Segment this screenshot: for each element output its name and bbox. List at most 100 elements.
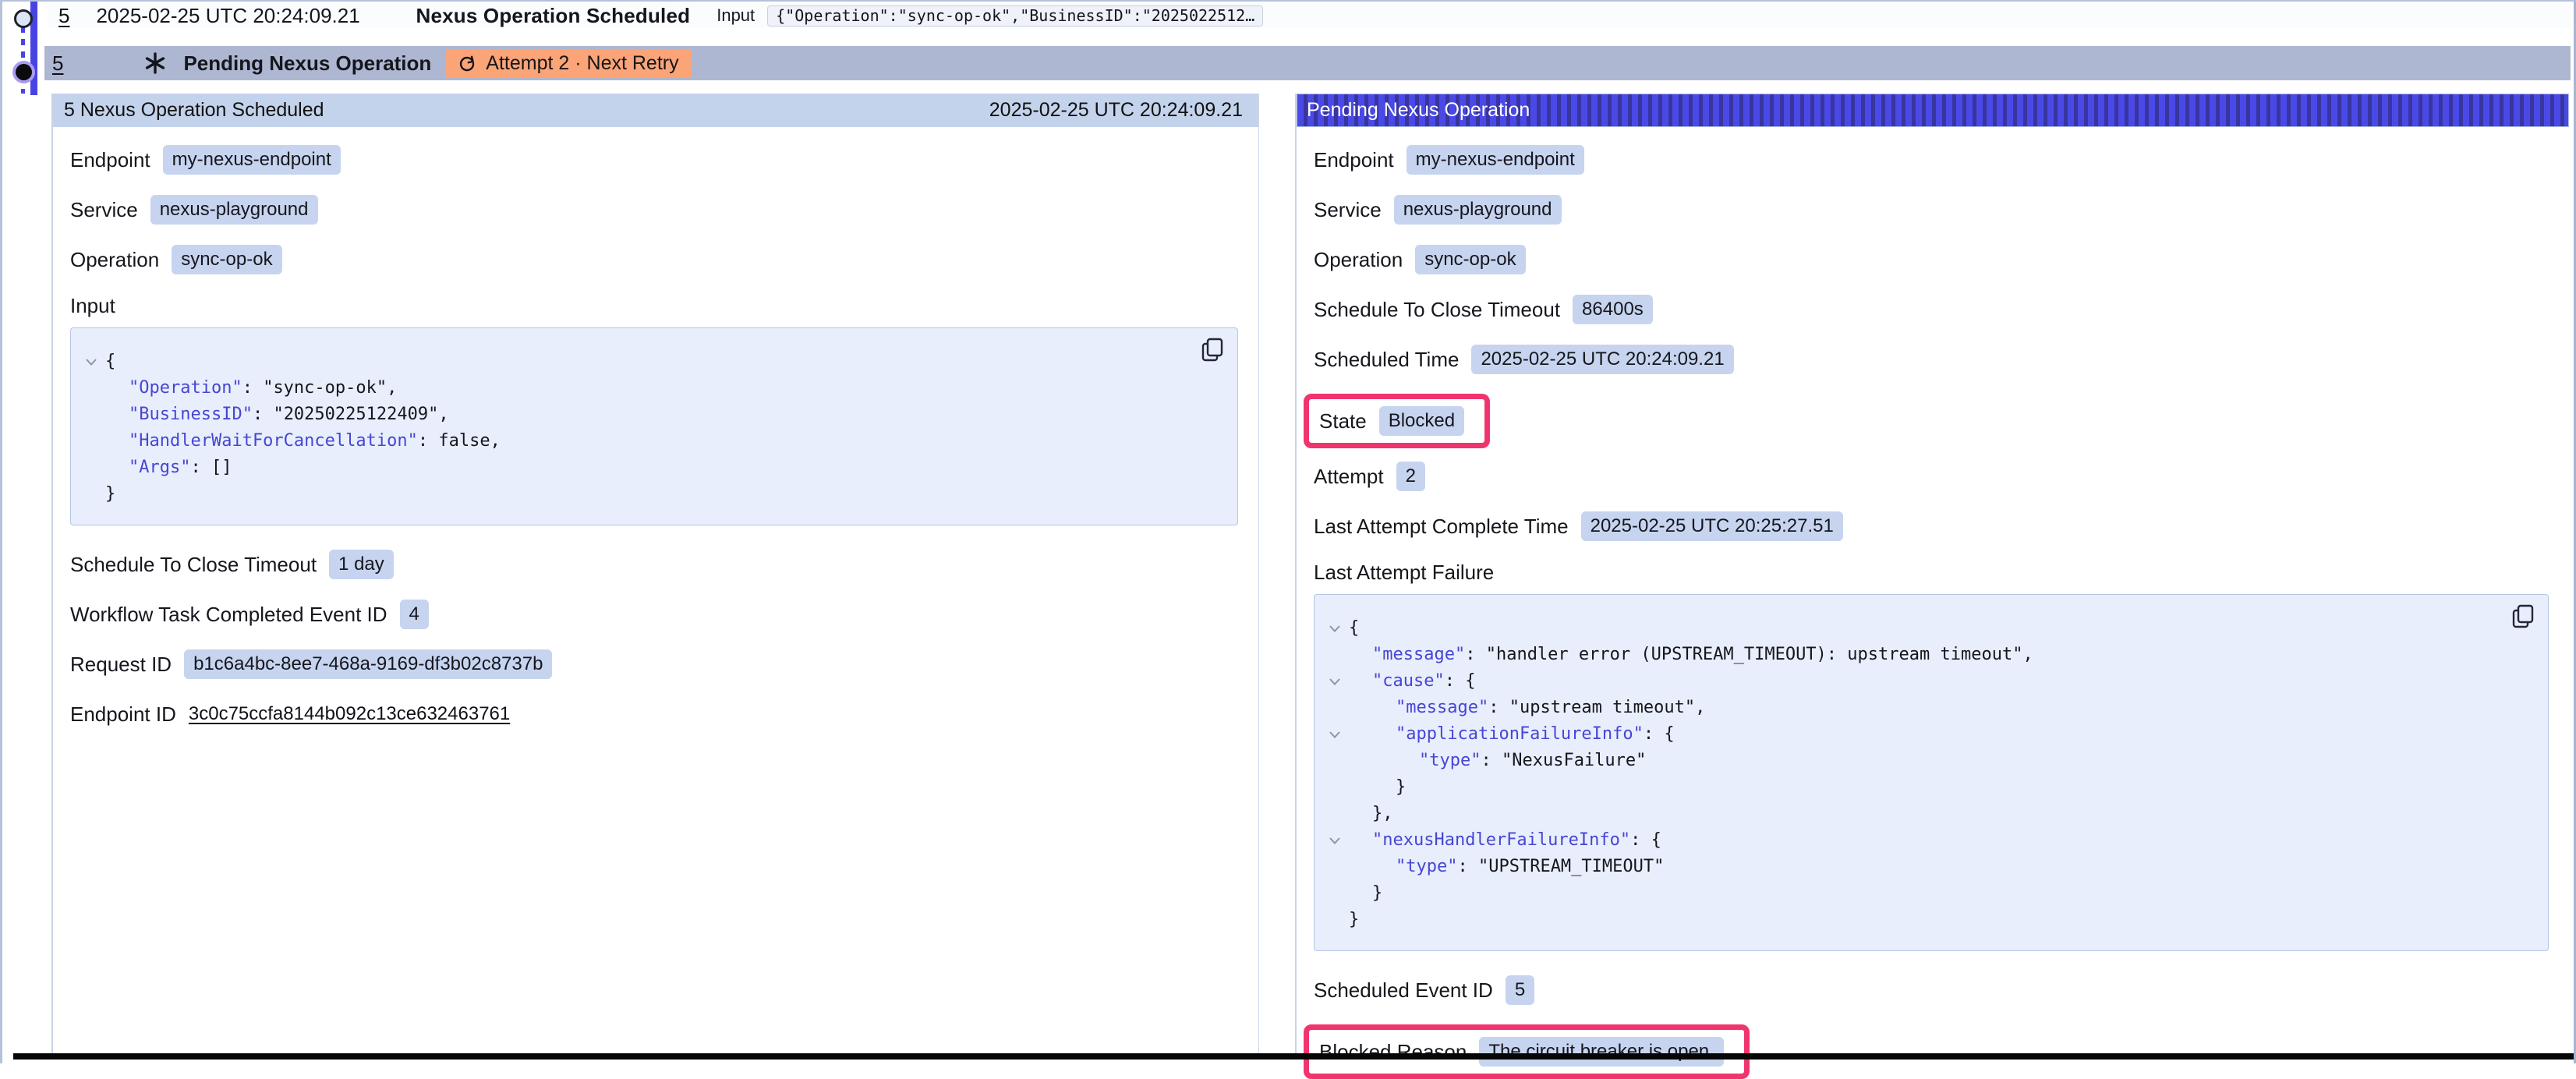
history-row-pending[interactable]: 5 Pending Nexus Operation Attempt 2 · Ne… [44,46,2571,80]
field-row-scheduled-time: Scheduled Time2025-02-25 UTC 20:24:09.21 [1314,344,2569,375]
event-name: Pending Nexus Operation [183,51,431,76]
field-row-endpoint: Endpoint my-nexus-endpoint [1314,144,2569,175]
chevron-down-icon[interactable] [77,348,105,366]
field-row-schedule-to-close-timeout: Schedule To Close Timeout1 day [70,549,1258,580]
chevron-down-icon[interactable] [1321,827,1349,845]
field-row-service: Service nexus-playground [70,194,1258,225]
json-line-text: "HandlerWaitForCancellation": false, [105,428,501,455]
field-value-chip: nexus-playground [150,195,318,225]
json-line-text: "cause": { [1349,668,1475,695]
field-row-operation: Operation sync-op-ok [1314,244,2569,275]
json-line: "Operation": "sync-op-ok", [77,375,1191,402]
field-label: Service [1314,198,1382,222]
json-line-text: { [105,348,115,375]
field-value-chip: The circuit breaker is open. [1479,1037,1723,1067]
field-row-service: Servicenexus-playground [1314,194,2569,225]
json-line: "BusinessID": "20250225122409", [77,402,1191,428]
json-line: } [1321,774,2501,801]
json-line-text: } [1349,907,1359,933]
json-key: "applicationFailureInfo" [1396,724,1644,744]
json-key: "cause" [1372,671,1445,691]
field-label: Operation [1314,248,1403,272]
json-line-text: "Operation": "sync-op-ok", [105,375,397,402]
json-key: "message" [1396,698,1488,717]
json-line: "type": "UPSTREAM_TIMEOUT" [1321,854,2501,880]
event-timestamp: 2025-02-25 UTC 20:24:09.21 [96,4,416,28]
field-label: Request ID [70,653,172,677]
field-value-chip: sync-op-ok [1415,245,1525,274]
attention-highlight-box: StateBlocked [1304,394,1490,448]
field-label: Endpoint [1314,148,1394,172]
field-value-chip: my-nexus-endpoint [163,145,341,175]
field-value-chip: 4 [400,600,429,629]
json-line: "Args": [] [77,455,1191,481]
chevron-down-icon[interactable] [1321,721,1349,739]
bottom-divider-bar [13,1053,2574,1060]
json-line: "cause": { [1321,668,2501,695]
json-line: "message": "handler error (UPSTREAM_TIME… [1321,642,2501,668]
json-line-text: } [1349,880,1382,907]
json-key: "type" [1396,857,1457,876]
json-key: "nexusHandlerFailureInfo" [1372,830,1630,850]
card-title: 5 Nexus Operation Scheduled [64,99,324,122]
json-line-text: "message": "handler error (UPSTREAM_TIME… [1349,642,2033,668]
event-id-link[interactable]: 5 [58,4,69,28]
json-gutter [1321,880,1349,890]
card-header: 5 Nexus Operation Scheduled 2025-02-25 U… [53,94,1258,127]
json-gutter [1321,801,1349,810]
json-gutter [1321,774,1349,784]
json-line: "applicationFailureInfo": { [1321,721,2501,748]
json-line: { [1321,615,2501,642]
json-gutter [1321,642,1349,651]
field-label: Operation [70,248,159,272]
event-name: Nexus Operation Scheduled [416,4,690,28]
field-row-workflow-task-completed-event-id: Workflow Task Completed Event ID4 [70,599,1258,630]
field-row-state: StateBlocked [1319,405,1464,437]
field-value-chip: my-nexus-endpoint [1407,145,1584,175]
refresh-icon [458,54,476,73]
json-key: "HandlerWaitForCancellation" [129,431,418,451]
asterisk-icon [144,52,166,74]
field-value-chip: b1c6a4bc-8ee7-468a-9169-df3b02c8737b [184,649,552,679]
json-line-text: "type": "UPSTREAM_TIMEOUT" [1349,854,1664,880]
json-gutter [77,375,105,384]
retry-status-badge: Attempt 2 · Next Retry [445,50,691,77]
copy-icon[interactable] [1200,338,1225,364]
chevron-down-icon[interactable] [1321,668,1349,686]
chevron-down-icon[interactable] [1321,615,1349,633]
json-gutter [1321,748,1349,757]
field-row-schedule-to-close-timeout: Schedule To Close Timeout86400s [1314,294,2569,325]
field-label: Attempt [1314,465,1384,489]
event-id-link[interactable]: 5 [52,51,63,76]
json-line-text: "nexusHandlerFailureInfo": { [1349,827,1661,854]
field-label: Blocked Reason [1319,1040,1467,1064]
field-value-chip: 2025-02-25 UTC 20:25:27.51 [1581,511,1843,541]
copy-icon[interactable] [2511,604,2535,631]
input-json-viewer: {"Operation": "sync-op-ok","BusinessID":… [70,327,1238,525]
history-row-scheduled[interactable]: 5 2025-02-25 UTC 20:24:09.21 Nexus Opera… [48,3,2571,28]
field-label: Schedule To Close Timeout [1314,298,1560,322]
json-line: "type": "NexusFailure" [1321,748,2501,774]
json-line: "HandlerWaitForCancellation": false, [77,428,1191,455]
json-gutter [77,481,105,490]
json-gutter [77,402,105,411]
json-gutter [1321,695,1349,704]
json-line-text: } [1349,774,1406,801]
json-line-text: "type": "NexusFailure" [1349,748,1646,774]
field-value-chip: 2 [1396,462,1425,491]
field-row-attempt: Attempt 2 [1314,461,2569,492]
json-gutter [77,455,105,464]
json-line-text: "message": "upstream timeout", [1349,695,1705,721]
field-label: Scheduled Time [1314,348,1459,372]
field-label: Endpoint [70,148,150,172]
json-line-text: { [1349,615,1359,642]
field-value-link[interactable]: 3c0c75ccfa8144b092c13ce632463761 [189,703,510,725]
json-key: "message" [1372,645,1465,664]
field-label: Service [70,198,138,222]
json-gutter [77,428,105,437]
card-header-striped: Pending Nexus Operation [1297,94,2569,127]
event-detail-card-pending: Pending Nexus Operation Endpoint my-nexus… [1295,94,2569,1056]
json-line: { [77,348,1191,375]
field-row-operation: Operationsync-op-ok [70,244,1258,275]
json-line-text: } [105,481,115,508]
